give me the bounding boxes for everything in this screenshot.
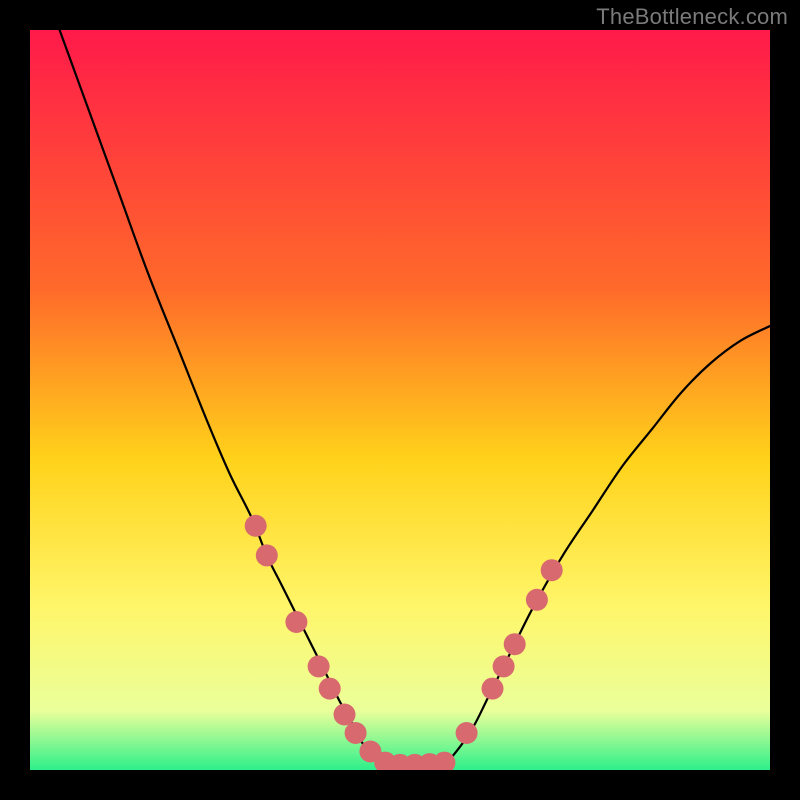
- data-marker: [433, 752, 455, 770]
- data-marker: [493, 655, 515, 677]
- chart-frame: TheBottleneck.com: [0, 0, 800, 800]
- plot-area: [30, 30, 770, 770]
- data-marker: [345, 722, 367, 744]
- data-marker: [541, 559, 563, 581]
- data-marker: [308, 655, 330, 677]
- data-marker: [504, 633, 526, 655]
- bottleneck-curve: [60, 30, 770, 766]
- data-marker: [456, 722, 478, 744]
- data-marker: [319, 678, 341, 700]
- data-marker: [334, 704, 356, 726]
- watermark-text: TheBottleneck.com: [596, 4, 788, 30]
- data-marker: [482, 678, 504, 700]
- data-marker: [526, 589, 548, 611]
- curve-layer: [30, 30, 770, 770]
- data-marker: [245, 515, 267, 537]
- data-marker: [285, 611, 307, 633]
- data-marker: [256, 544, 278, 566]
